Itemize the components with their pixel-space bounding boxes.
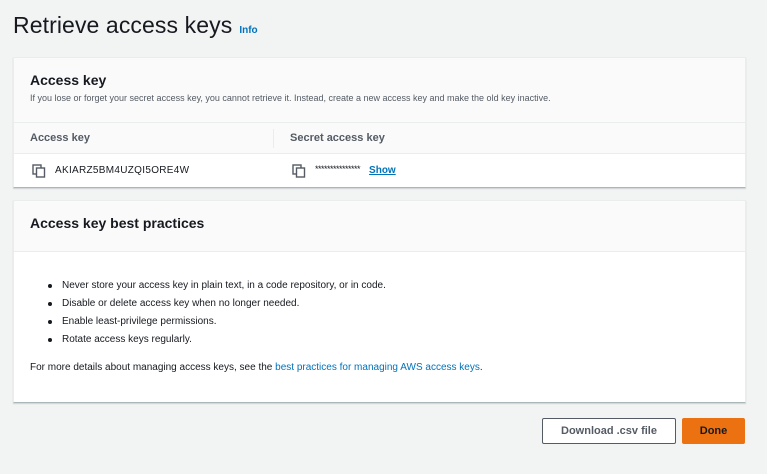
access-key-panel-description: If you lose or forget your secret access… (30, 93, 551, 103)
page-title: Retrieve access keys (13, 12, 233, 38)
best-practices-link[interactable]: best practices for managing AWS access k… (275, 362, 480, 373)
access-key-panel: Access key If you lose or forget your se… (13, 57, 746, 188)
access-key-panel-header: Access key If you lose or forget your se… (14, 58, 745, 123)
access-key-value: AKIARZ5BM4UZQI5ORE4W (55, 165, 190, 176)
best-practices-panel-header: Access key best practices (14, 201, 745, 252)
access-key-column-header: Access key (14, 128, 274, 148)
secret-access-key-masked: *************** (315, 164, 361, 174)
best-practices-panel: Access key best practices Never store yo… (13, 200, 746, 403)
list-item: Disable or delete access key when no lon… (46, 296, 729, 314)
access-key-panel-title: Access key (30, 72, 107, 88)
best-practices-body: Never store your access key in plain tex… (14, 252, 745, 373)
show-secret-link[interactable]: Show (369, 165, 396, 176)
download-csv-button[interactable]: Download .csv file (542, 418, 676, 444)
page-header: Retrieve access keys Info (13, 12, 258, 39)
best-practices-list: Never store your access key in plain tex… (30, 278, 729, 350)
done-button[interactable]: Done (682, 418, 745, 444)
info-link[interactable]: Info (239, 25, 257, 36)
best-practices-footer: For more details about managing access k… (30, 362, 729, 373)
secret-access-key-column-header: Secret access key (290, 131, 385, 144)
copy-icon[interactable] (292, 163, 306, 178)
secret-access-key-cell: *************** Show (274, 163, 396, 178)
footer-text-suffix: . (479, 362, 483, 373)
footer-text-prefix: For more details about managing access k… (30, 362, 276, 373)
list-item: Rotate access keys regularly. (46, 332, 729, 350)
key-table-header: Access key Secret access key (14, 123, 745, 154)
list-item: Never store your access key in plain tex… (46, 278, 729, 296)
key-table-row: AKIARZ5BM4UZQI5ORE4W *************** Sho… (14, 154, 745, 187)
list-item: Enable least-privilege permissions. (46, 314, 729, 332)
access-key-cell: AKIARZ5BM4UZQI5ORE4W (14, 163, 274, 178)
best-practices-panel-title: Access key best practices (30, 215, 205, 231)
copy-icon[interactable] (32, 163, 46, 178)
